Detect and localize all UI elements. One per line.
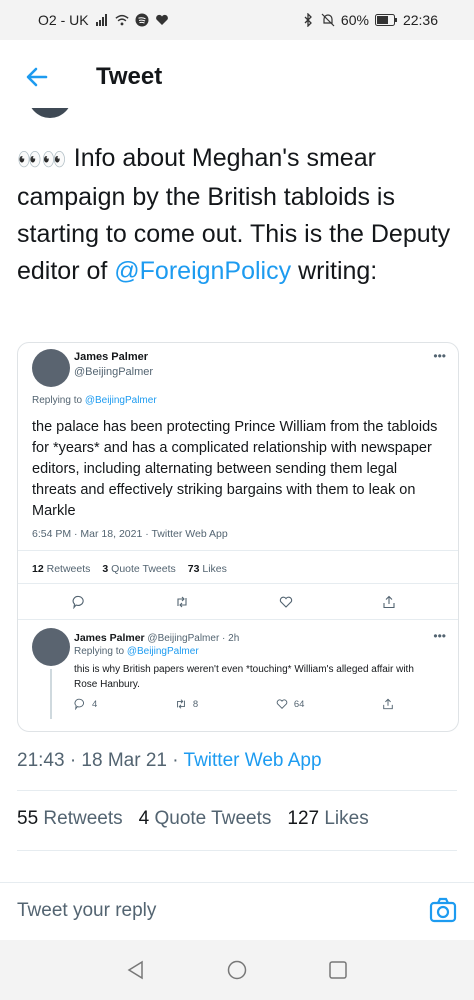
author-avatar[interactable] — [28, 108, 72, 118]
more-options-icon: ••• — [433, 349, 446, 363]
reply-count: 4 — [74, 698, 97, 710]
reply-input[interactable]: Tweet your reply — [17, 900, 156, 922]
tweet-timestamp: 21:43 · 18 Mar 21 · — [17, 750, 184, 771]
nav-recents-icon[interactable] — [328, 960, 348, 980]
share-icon — [383, 698, 393, 710]
like-icon — [279, 596, 292, 608]
reply-author-name: James Palmer — [74, 632, 145, 644]
embedded-body: the palace has been protecting Prince Wi… — [32, 419, 438, 519]
embedded-author-name: James Palmer — [74, 351, 148, 363]
wifi-icon — [114, 14, 129, 26]
battery-icon — [374, 14, 397, 26]
reply-more-icon: ••• — [433, 629, 446, 643]
reply-avatar — [32, 628, 70, 666]
embedded-retweets: 12 Retweets — [32, 563, 91, 575]
clock: 22:36 — [402, 12, 438, 28]
tweet-stats: 55 Retweets 4 Quote Tweets 127 Likes — [17, 808, 369, 830]
replying-handle: @BeijingPalmer — [84, 395, 157, 406]
page-title: Tweet — [96, 63, 163, 90]
reply-actions: 4 8 64 — [74, 698, 394, 710]
tweet-text: 👀👀 Info about Meghan's smear campaign by… — [17, 140, 457, 290]
tweet-meta: 21:43 · 18 Mar 21 · Twitter Web App — [17, 750, 322, 772]
replying-label: Replying to — [32, 395, 85, 406]
likes-stat[interactable]: 127 Likes — [287, 808, 368, 830]
bluetooth-icon — [304, 13, 312, 27]
reply-bar: Tweet your reply — [0, 882, 474, 941]
eyes-emoji: 👀👀 — [17, 149, 67, 171]
battery-percent: 60% — [340, 12, 369, 28]
tweet-text-part2: writing: — [291, 257, 378, 285]
status-right: 60% 22:36 — [301, 12, 438, 28]
thread-line — [50, 669, 52, 719]
reply-icon — [74, 698, 84, 710]
reply-header: James Palmer @BeijingPalmer · 2h — [74, 632, 239, 644]
like-count: 64 — [276, 698, 304, 710]
embedded-tweet-image[interactable]: James Palmer @BeijingPalmer ••• Replying… — [17, 342, 459, 732]
status-bar: O2 - UK 60% 22:36 — [0, 0, 474, 40]
app-header: Tweet — [0, 40, 474, 112]
system-nav-bar — [0, 940, 474, 1000]
embedded-quotes: 3 Quote Tweets — [102, 563, 176, 575]
embedded-timestamp: 6:54 PM · Mar 18, 2021 · Twitter Web App — [32, 528, 228, 540]
signal-icon — [95, 14, 107, 26]
status-left: O2 - UK — [38, 12, 169, 28]
reply-handle-time: @BeijingPalmer · 2h — [147, 633, 240, 644]
reply-replying-to: Replying to @BeijingPalmer — [74, 646, 199, 657]
embedded-avatar — [32, 349, 70, 387]
divider — [17, 790, 457, 791]
retweet-icon — [177, 699, 185, 709]
embedded-likes: 73 Likes — [187, 563, 227, 575]
divider — [18, 583, 458, 584]
retweet-count: 8 — [175, 698, 198, 710]
nav-home-icon[interactable] — [227, 960, 247, 980]
carrier-label: O2 - UK — [38, 12, 89, 28]
like-icon — [276, 699, 288, 709]
embedded-author-handle: @BeijingPalmer — [74, 366, 154, 378]
heart-status-icon — [155, 14, 168, 25]
embedded-stats: 12 Retweets 3 Quote Tweets 73 Likes — [32, 563, 227, 575]
retweets-stat[interactable]: 55 Retweets — [17, 808, 123, 830]
quotes-stat[interactable]: 4 Quote Tweets — [139, 808, 272, 830]
reply-replying-handle: @BeijingPalmer — [126, 646, 199, 657]
reply-replying-label: Replying to — [74, 646, 127, 657]
back-arrow-icon[interactable] — [22, 62, 52, 92]
divider — [18, 550, 458, 551]
spotify-icon — [135, 13, 149, 27]
nav-back-icon[interactable] — [126, 960, 146, 980]
reply-body: this is why British papers weren't even … — [74, 664, 414, 690]
camera-icon[interactable] — [428, 895, 458, 925]
divider — [17, 850, 457, 851]
embedded-replying-to: Replying to @BeijingPalmer — [32, 395, 157, 406]
mute-bell-icon — [321, 13, 335, 27]
reply-icon — [72, 595, 84, 609]
divider — [18, 619, 458, 620]
embedded-actions — [72, 595, 396, 609]
retweet-icon — [177, 596, 187, 608]
source-link[interactable]: Twitter Web App — [184, 750, 322, 771]
share-action — [382, 698, 394, 710]
share-icon — [383, 595, 395, 609]
mention-link[interactable]: @ForeignPolicy — [114, 257, 291, 285]
